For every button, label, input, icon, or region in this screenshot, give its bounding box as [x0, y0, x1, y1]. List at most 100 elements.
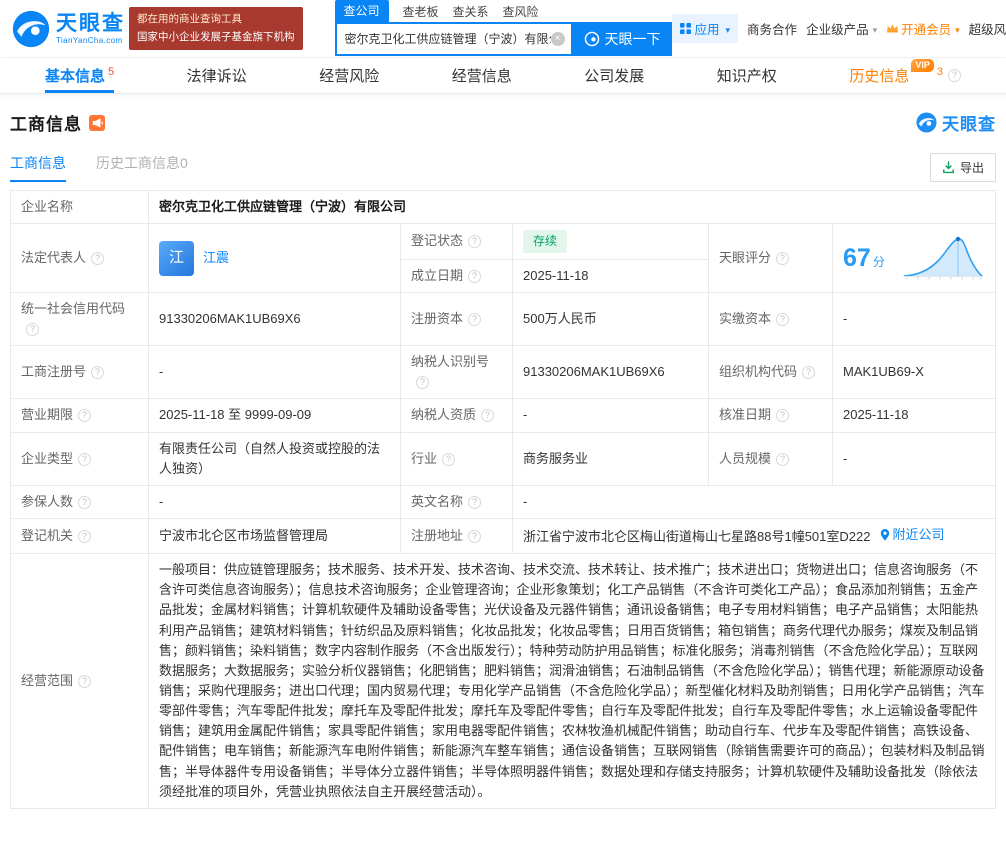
help-icon[interactable] [78, 409, 91, 422]
vip-badge: VIP [911, 59, 934, 72]
field-label-text: 纳税人识别号 [411, 354, 489, 369]
field-label-text: 法定代表人 [21, 250, 86, 265]
tab-basic-info-label: 基本信息 [45, 65, 105, 86]
industry-value: 商务服务业 [513, 432, 709, 485]
header-right-menu: 应用 商务合作 企业级产品 开通会员 超级风.. [672, 14, 1006, 43]
slogan-line1: 都在用的商业查询工具 [137, 11, 295, 28]
tab-company-development-label: 公司发展 [584, 65, 644, 86]
search-tab-boss[interactable]: 查老板 [403, 3, 439, 22]
help-icon[interactable] [468, 313, 481, 326]
search-area: 查公司 查老板 查关系 查风险 天眼一下 [335, 2, 672, 56]
help-icon[interactable] [78, 496, 91, 509]
tab-intellectual-property[interactable]: 知识产权 [717, 58, 777, 93]
field-label-staff-size: 人员规模 [709, 432, 833, 485]
help-icon[interactable] [442, 453, 455, 466]
help-icon[interactable] [468, 235, 481, 248]
avatar[interactable]: 江 [159, 241, 194, 276]
help-icon[interactable] [776, 453, 789, 466]
help-icon[interactable] [78, 453, 91, 466]
field-label-text: 统一社会信用代码 [21, 301, 125, 316]
field-label-text: 企业类型 [21, 451, 73, 466]
company-name-value: 密尔克卫化工供应链管理（宁波）有限公司 [149, 191, 996, 224]
table-row: 统一社会信用代码 91330206MAK1UB69X6 注册资本 500万人民币… [11, 292, 996, 345]
open-vip-menu[interactable]: 开通会员 [886, 19, 960, 38]
super-risk-link[interactable]: 超级风.. [969, 19, 1006, 38]
taxpayer-id-value: 91330206MAK1UB69X6 [513, 346, 709, 399]
tab-company-development[interactable]: 公司发展 [584, 58, 644, 93]
tab-legal-proceedings-label: 法律诉讼 [187, 65, 247, 86]
field-label-text: 英文名称 [411, 494, 463, 509]
export-button[interactable]: 导出 [930, 153, 996, 182]
search-tab-relation[interactable]: 查关系 [453, 3, 489, 22]
info-icon[interactable] [948, 69, 961, 82]
help-icon[interactable] [468, 496, 481, 509]
field-label-org-code: 组织机构代码 [709, 346, 833, 399]
main-content: 工商信息 天眼查 工商信息 历史工商信息0 导出 [0, 94, 1006, 849]
taxpayer-quality-value: - [513, 399, 709, 432]
tab-business-info[interactable]: 经营信息 [452, 58, 512, 93]
help-icon[interactable] [468, 530, 481, 543]
field-label-text: 营业期限 [21, 407, 73, 422]
subtab-history-registration[interactable]: 历史工商信息0 [96, 153, 188, 182]
help-icon[interactable] [416, 376, 429, 389]
table-row: 企业类型 有限责任公司（自然人投资或控股的法人独资） 行业 商务服务业 人员规模… [11, 432, 996, 485]
search-tab-risk[interactable]: 查风险 [503, 3, 539, 22]
tab-operational-risk-label: 经营风险 [319, 65, 379, 86]
table-row: 登记机关 宁波市北仑区市场监督管理局 注册地址 浙江省宁波市北仑区梅山街道梅山七… [11, 519, 996, 554]
company-type-value: 有限责任公司（自然人投资或控股的法人独资） [149, 432, 401, 485]
score-cell: 67分 [833, 224, 996, 293]
search-button[interactable]: 天眼一下 [573, 22, 672, 56]
field-label-text: 注册地址 [411, 528, 463, 543]
field-label-company-name: 企业名称 [11, 191, 149, 224]
tab-operational-risk[interactable]: 经营风险 [319, 58, 379, 93]
tab-basic-info[interactable]: 基本信息 5 [45, 58, 114, 93]
subtab-business-registration[interactable]: 工商信息 [10, 153, 66, 182]
clear-search-icon[interactable] [551, 32, 565, 46]
field-label-english-name: 英文名称 [401, 485, 513, 518]
subtab-history-count: 0 [180, 155, 188, 171]
help-icon[interactable] [468, 270, 481, 283]
help-icon[interactable] [802, 366, 815, 379]
field-label-address: 注册地址 [401, 519, 513, 554]
chevron-down-icon [724, 22, 731, 36]
table-row: 法定代表人 江 江震 登记状态 存续 天眼评分 67分 [11, 224, 996, 260]
field-label-text: 企业名称 [21, 199, 73, 214]
field-label-insured: 参保人数 [11, 485, 149, 518]
field-label-company-type: 企业类型 [11, 432, 149, 485]
help-icon[interactable] [78, 530, 91, 543]
status-cell: 存续 [513, 224, 709, 260]
nearby-companies-link[interactable]: 附近公司 [880, 525, 944, 545]
legal-rep-link[interactable]: 江震 [203, 248, 229, 268]
search-tab-company[interactable]: 查公司 [335, 0, 389, 22]
search-input[interactable] [345, 32, 551, 46]
tab-history-info[interactable]: 历史信息 VIP 3 [849, 58, 961, 93]
field-label-text: 纳税人资质 [411, 407, 476, 422]
help-icon[interactable] [78, 675, 91, 688]
field-label-text: 实缴资本 [719, 311, 771, 326]
help-icon[interactable] [481, 409, 494, 422]
help-icon[interactable] [776, 252, 789, 265]
help-icon[interactable] [776, 409, 789, 422]
table-row: 参保人数 - 英文名称 - [11, 485, 996, 518]
table-row: 经营范围 一般项目：供应链管理服务；技术服务、技术开发、技术咨询、技术交流、技术… [11, 554, 996, 809]
enterprise-products-menu[interactable]: 企业级产品 [806, 19, 877, 38]
search-button-eye-icon [584, 31, 600, 47]
business-cooperation-link[interactable]: 商务合作 [747, 19, 797, 38]
search-box[interactable] [335, 22, 573, 56]
nearby-companies-label: 附近公司 [892, 525, 944, 545]
paid-capital-value: - [833, 292, 996, 345]
apps-menu-button[interactable]: 应用 [672, 14, 739, 43]
open-vip-label: 开通会员 [901, 19, 951, 38]
field-label-established: 成立日期 [401, 259, 513, 292]
help-icon[interactable] [91, 366, 104, 379]
help-icon[interactable] [91, 252, 104, 265]
help-icon[interactable] [776, 313, 789, 326]
field-label-text: 登记机关 [21, 528, 73, 543]
field-label-legal-rep: 法定代表人 [11, 224, 149, 293]
tianyancha-logo[interactable]: 天眼查 TianYanCha.com [12, 10, 125, 48]
tab-legal-proceedings[interactable]: 法律诉讼 [187, 58, 247, 93]
field-label-paid-capital: 实缴资本 [709, 292, 833, 345]
help-icon[interactable] [26, 323, 39, 336]
registration-subtabs: 工商信息 历史工商信息0 导出 [10, 153, 996, 182]
watermark-logo: 天眼查 [916, 110, 996, 135]
